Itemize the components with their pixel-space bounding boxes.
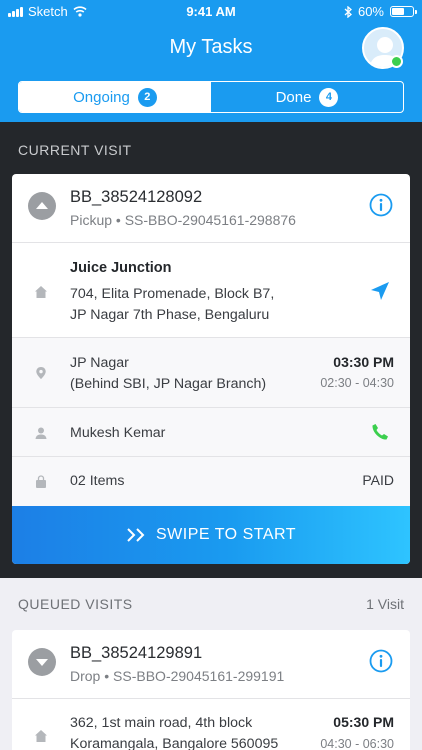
- queued-header-row: BB_38524129891 Drop • SS-BBO-29045161-29…: [12, 630, 410, 699]
- chevrons-right-icon: [127, 528, 145, 542]
- tab-done-label: Done: [275, 88, 312, 106]
- bluetooth-icon: [344, 5, 352, 18]
- queued-visits-count: 1 Visit: [366, 596, 404, 612]
- online-status-dot: [390, 55, 403, 68]
- visit-time-window: 02:30 - 04:30: [320, 376, 394, 390]
- queued-visit-type: Drop: [70, 668, 101, 684]
- queued-type-ref: Drop • SS-BBO-29045161-299191: [70, 668, 285, 684]
- tab-ongoing[interactable]: Ongoing 2: [19, 82, 211, 112]
- battery-percent: 60%: [357, 4, 384, 19]
- tab-done-count: 4: [319, 87, 339, 107]
- visit-id: BB_38524128092: [70, 188, 203, 206]
- visit-ref: SS-BBO-29045161-298876: [124, 212, 296, 228]
- tab-ongoing-label: Ongoing: [73, 88, 130, 106]
- queued-address-line-2: Koramangala, Bangalore 560095: [70, 736, 279, 750]
- current-visit-title: CURRENT VISIT: [18, 142, 132, 158]
- swipe-label: SWIPE TO START: [155, 526, 297, 543]
- expand-icon[interactable]: [28, 648, 56, 676]
- queued-visits-title: QUEUED VISITS: [18, 596, 133, 612]
- visit-type-ref: Pickup • SS-BBO-29045161-298876: [70, 212, 296, 228]
- visit-header-row: BB_38524128092 Pickup • SS-BBO-29045161-…: [12, 174, 410, 243]
- person-icon: [35, 427, 47, 439]
- contact-row: Mukesh Kemar: [12, 408, 410, 457]
- queued-address-row: 362, 1st main road, 4th block Koramangal…: [12, 699, 410, 750]
- tab-done[interactable]: Done 4: [211, 82, 403, 112]
- bag-icon: [36, 475, 46, 488]
- home-icon: [35, 286, 47, 298]
- phone-icon[interactable]: [370, 422, 390, 442]
- visit-time: 03:30 PM: [333, 354, 394, 370]
- payment-status: PAID: [362, 472, 394, 488]
- tab-ongoing-count: 2: [137, 87, 157, 107]
- queued-visit-ref: SS-BBO-29045161-299191: [113, 668, 285, 684]
- items-row: 02 Items PAID: [12, 457, 410, 506]
- queued-info-icon[interactable]: [369, 649, 393, 673]
- page-title: My Tasks: [169, 36, 253, 58]
- location-line-1: JP Nagar: [70, 355, 129, 371]
- queued-visit-id: BB_38524129891: [70, 644, 203, 662]
- queued-time-window: 04:30 - 06:30: [320, 737, 394, 750]
- queued-home-icon: [35, 730, 47, 742]
- queued-time: 05:30 PM: [333, 714, 394, 730]
- pin-icon: [36, 367, 46, 379]
- shop-name: Juice Junction: [70, 260, 172, 276]
- address-line-1: 704, Elita Promenade, Block B7,: [70, 286, 275, 302]
- current-visit-card: BB_38524128092 Pickup • SS-BBO-29045161-…: [12, 174, 410, 564]
- task-tabs: Ongoing 2 Done 4: [18, 81, 404, 113]
- info-icon[interactable]: [369, 193, 393, 217]
- queued-address-line-1: 362, 1st main road, 4th block: [70, 715, 253, 731]
- contact-name: Mukesh Kemar: [70, 425, 166, 441]
- address-row: Juice Junction 704, Elita Promenade, Blo…: [12, 243, 410, 338]
- battery-icon: [390, 6, 417, 17]
- visit-type: Pickup: [70, 212, 113, 228]
- address-line-2: JP Nagar 7th Phase, Bengaluru: [70, 307, 270, 323]
- status-bar: Sketch 9:41 AM 60%: [0, 0, 422, 24]
- queued-visit-card[interactable]: BB_38524129891 Drop • SS-BBO-29045161-29…: [12, 630, 410, 750]
- navigate-icon[interactable]: [369, 280, 391, 302]
- items-count: 02 Items: [70, 473, 125, 489]
- location-row: JP Nagar (Behind SBI, JP Nagar Branch) 0…: [12, 338, 410, 408]
- collapse-icon[interactable]: [28, 192, 56, 220]
- swipe-to-start-button[interactable]: SWIPE TO START: [12, 506, 410, 564]
- location-line-2: (Behind SBI, JP Nagar Branch): [70, 376, 267, 392]
- app-header: Sketch 9:41 AM 60% My Tasks Ongoing 2 Do…: [0, 0, 422, 122]
